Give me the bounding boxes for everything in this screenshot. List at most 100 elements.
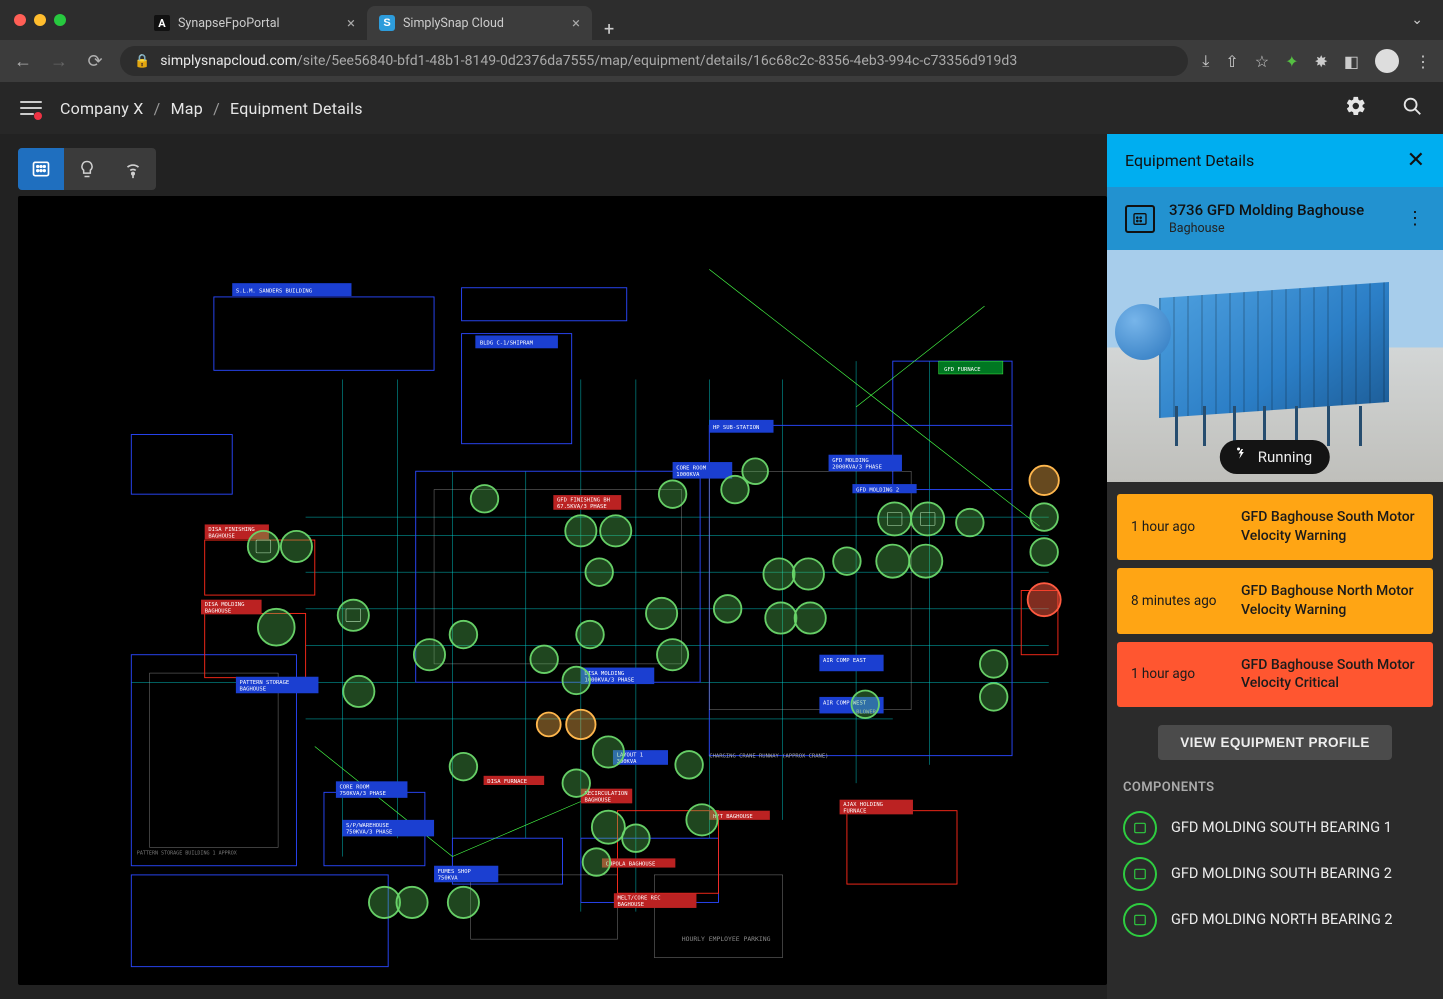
tab-title: SimplySnap Cloud — [403, 16, 564, 31]
alert-row[interactable]: 1 hour ago GFD Baghouse South Motor Velo… — [1117, 494, 1433, 560]
svg-text:FURNACE: FURNACE — [843, 809, 866, 815]
svg-text:S/P/WAREHOUSE: S/P/WAREHOUSE — [346, 823, 389, 829]
alert-time: 1 hour ago — [1131, 519, 1231, 535]
alert-message: GFD Baghouse South Motor Velocity Warnin… — [1241, 508, 1419, 546]
browser-tabs: A SynapseFpoPortal × S SimplySnap Cloud … — [142, 0, 626, 40]
component-label: GFD MOLDING NORTH BEARING 2 — [1171, 911, 1393, 930]
svg-text:DISA MOLDING: DISA MOLDING — [205, 602, 245, 608]
lock-icon: 🔒 — [134, 54, 150, 69]
svg-text:AJAX HOLDING: AJAX HOLDING — [843, 802, 883, 808]
components-title: COMPONENTS — [1123, 780, 1427, 795]
svg-text:AIR COMP EAST: AIR COMP EAST — [823, 658, 867, 664]
browser-tab[interactable]: A SynapseFpoPortal × — [142, 6, 367, 40]
mode-equipment-button[interactable] — [18, 148, 64, 190]
alert-row[interactable]: 8 minutes ago GFD Baghouse North Motor V… — [1117, 568, 1433, 634]
nav-forward-button[interactable]: → — [48, 51, 70, 72]
window-controls — [14, 14, 66, 26]
svg-text:BLDG C-1/SHIPRAM: BLDG C-1/SHIPRAM — [480, 341, 534, 347]
new-tab-button[interactable]: + — [592, 19, 626, 40]
alert-time: 8 minutes ago — [1131, 593, 1231, 609]
equipment-menu-button[interactable]: ⋮ — [1406, 208, 1425, 229]
equipment-details-panel: Equipment Details ✕ 3736 GFD Molding Bag… — [1107, 134, 1443, 999]
url-text: simplysnapcloud.com/site/5ee56840-bfd1-4… — [160, 53, 1017, 69]
breadcrumb: Company X / Map / Equipment Details — [60, 99, 363, 118]
svg-text:CUPOLA BAGHOUSE: CUPOLA BAGHOUSE — [606, 862, 656, 868]
menu-button[interactable] — [20, 96, 44, 120]
tab-title: SynapseFpoPortal — [178, 16, 339, 31]
component-row[interactable]: GFD MOLDING NORTH BEARING 2 — [1123, 897, 1427, 943]
alert-message: GFD Baghouse South Motor Velocity Critic… — [1241, 656, 1419, 694]
svg-text:PATTERN STORAGE BUILDING 1 APP: PATTERN STORAGE BUILDING 1 APPROX — [137, 851, 237, 857]
svg-text:H/T BAGHOUSE: H/T BAGHOUSE — [713, 814, 753, 820]
extensions-icon[interactable]: ✸ — [1314, 52, 1327, 71]
svg-text:GFD FINISHING BH: GFD FINISHING BH — [557, 498, 610, 504]
tab-overflow-button[interactable]: ⌄ — [1411, 12, 1429, 28]
tab-close-button[interactable]: × — [572, 14, 580, 32]
extension-evernote-icon[interactable]: ✦ — [1285, 52, 1298, 71]
component-row[interactable]: GFD MOLDING SOUTH BEARING 2 — [1123, 851, 1427, 897]
mode-network-button[interactable] — [110, 148, 156, 190]
alert-row[interactable]: 1 hour ago GFD Baghouse South Motor Velo… — [1117, 642, 1433, 708]
svg-text:MELT/CORE REC: MELT/CORE REC — [618, 896, 661, 902]
breadcrumb-sep: / — [154, 99, 161, 118]
breadcrumb-equipment-details: Equipment Details — [230, 99, 363, 118]
cad-map[interactable]: BLDG C-1/SHIPRAM HP SUB-STATION CORE ROO… — [18, 196, 1107, 985]
svg-text:RECIRCULATION: RECIRCULATION — [585, 791, 628, 797]
component-row[interactable]: GFD MOLDING SOUTH BEARING 1 — [1123, 805, 1427, 851]
running-icon — [1232, 446, 1250, 468]
component-label: GFD MOLDING SOUTH BEARING 2 — [1171, 865, 1392, 884]
profile-avatar[interactable] — [1375, 49, 1399, 73]
breadcrumb-map[interactable]: Map — [171, 99, 203, 118]
share-icon[interactable]: ⇧ — [1225, 52, 1238, 71]
svg-text:GFD MOLDING: GFD MOLDING — [832, 458, 868, 464]
alert-time: 1 hour ago — [1131, 666, 1231, 682]
component-status-icon — [1123, 857, 1157, 891]
close-window-button[interactable] — [14, 14, 26, 26]
svg-text:HOURLY EMPLOYEE PARKING: HOURLY EMPLOYEE PARKING — [682, 935, 771, 943]
app-header: Company X / Map / Equipment Details — [0, 82, 1443, 134]
svg-text:CHARGING CRANE RUNWAY (APPROX: CHARGING CRANE RUNWAY (APPROX CRANE) — [709, 753, 828, 759]
svg-text:DISA FURNACE: DISA FURNACE — [487, 779, 527, 785]
svg-text:DISA FINISHING: DISA FINISHING — [208, 527, 254, 533]
component-status-icon — [1123, 811, 1157, 845]
breadcrumb-sep: / — [213, 99, 220, 118]
status-pill: Running — [1220, 440, 1330, 474]
svg-text:FUMES SHOP: FUMES SHOP — [438, 869, 472, 875]
view-equipment-profile-button[interactable]: VIEW EQUIPMENT PROFILE — [1158, 725, 1392, 760]
breadcrumb-company[interactable]: Company X — [60, 99, 143, 118]
component-status-icon — [1123, 903, 1157, 937]
svg-text:BAGHOUSE: BAGHOUSE — [205, 609, 232, 615]
map-area: BLDG C-1/SHIPRAM HP SUB-STATION CORE ROO… — [0, 134, 1107, 999]
panel-header: Equipment Details ✕ — [1107, 134, 1443, 187]
svg-text:HP SUB-STATION: HP SUB-STATION — [713, 425, 759, 431]
bookmark-icon[interactable]: ☆ — [1255, 52, 1269, 71]
equipment-name: 3736 GFD Molding Baghouse — [1169, 201, 1392, 219]
tab-close-button[interactable]: × — [347, 14, 355, 32]
svg-text:750KVA/3 PHASE: 750KVA/3 PHASE — [346, 830, 392, 836]
app-body: BLDG C-1/SHIPRAM HP SUB-STATION CORE ROO… — [0, 134, 1443, 999]
mode-lighting-button[interactable] — [64, 148, 110, 190]
component-label: GFD MOLDING SOUTH BEARING 1 — [1171, 819, 1392, 838]
browser-chrome: A SynapseFpoPortal × S SimplySnap Cloud … — [0, 0, 1443, 82]
nav-reload-button[interactable]: ⟳ — [84, 51, 106, 72]
search-icon[interactable] — [1401, 95, 1423, 122]
settings-icon[interactable] — [1345, 95, 1367, 122]
maximize-window-button[interactable] — [54, 14, 66, 26]
sidepanel-icon[interactable]: ◧ — [1344, 52, 1359, 71]
browser-tab-active[interactable]: S SimplySnap Cloud × — [367, 6, 592, 40]
panel-title: Equipment Details — [1125, 151, 1254, 170]
alert-message: GFD Baghouse North Motor Velocity Warnin… — [1241, 582, 1419, 620]
nav-back-button[interactable]: ← — [12, 51, 34, 72]
svg-text:BAGHOUSE: BAGHOUSE — [618, 902, 645, 908]
browser-menu-icon[interactable]: ⋮ — [1415, 52, 1431, 71]
install-app-icon[interactable]: ⤓ — [1202, 51, 1209, 71]
alerts-list: 1 hour ago GFD Baghouse South Motor Velo… — [1107, 482, 1443, 711]
status-text: Running — [1258, 448, 1312, 466]
svg-text:GFD MOLDING 2: GFD MOLDING 2 — [856, 487, 899, 493]
panel-close-button[interactable]: ✕ — [1407, 148, 1425, 173]
app: Company X / Map / Equipment Details — [0, 82, 1443, 999]
address-bar: ← → ⟳ 🔒 simplysnapcloud.com/site/5ee5684… — [0, 40, 1443, 82]
url-field[interactable]: 🔒 simplysnapcloud.com/site/5ee56840-bfd1… — [120, 46, 1188, 76]
components-section: COMPONENTS GFD MOLDING SOUTH BEARING 1 G… — [1107, 780, 1443, 963]
minimize-window-button[interactable] — [34, 14, 46, 26]
